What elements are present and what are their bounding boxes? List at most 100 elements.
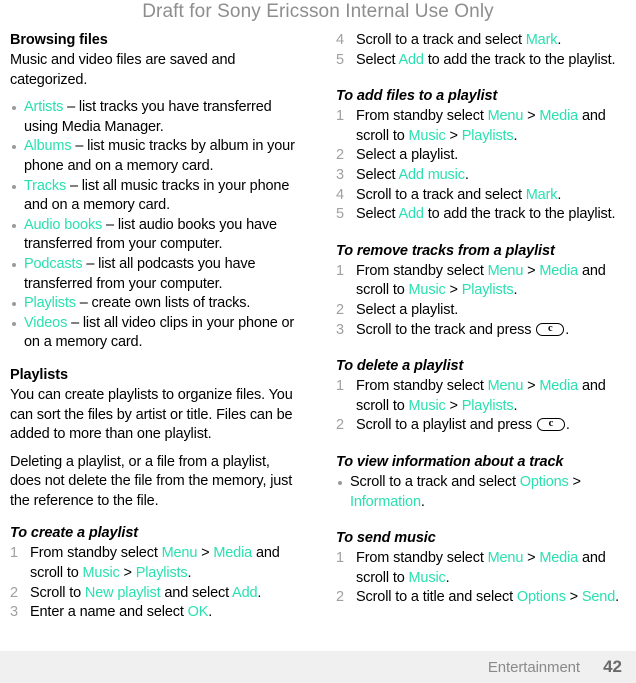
step-number: 2 bbox=[336, 417, 344, 434]
menu-reference: Playlists bbox=[461, 397, 514, 414]
playlists-paragraph-1: You can create playlists to organize fil… bbox=[10, 386, 293, 443]
procedure-step: 1 From standby select Menu > Media and sc… bbox=[336, 108, 606, 144]
menu-reference: Media bbox=[539, 262, 579, 279]
menu-reference: Music bbox=[408, 282, 446, 299]
menu-reference: Music bbox=[82, 565, 120, 582]
menu-reference: Add bbox=[232, 584, 258, 601]
menu-reference: Podcasts bbox=[24, 255, 83, 272]
clear-key-icon: c bbox=[536, 322, 565, 336]
procedure-heading-add-files-to-playlist: To add files to a playlist bbox=[336, 88, 498, 105]
menu-reference: Send bbox=[581, 589, 616, 606]
step-number: 3 bbox=[336, 166, 344, 183]
step-number: 1 bbox=[10, 545, 18, 562]
step-number: 5 bbox=[336, 206, 344, 223]
left-column: Browsing files Music and video files are… bbox=[0, 31, 318, 651]
menu-reference: Add music bbox=[398, 166, 465, 183]
step-number: 2 bbox=[10, 584, 18, 601]
right-column: 4 Scroll to a track and select Mark. 5 Sele… bbox=[318, 31, 636, 651]
menu-reference: Add bbox=[398, 51, 424, 68]
procedure-step: 2 Scroll to a playlist and press c. bbox=[336, 416, 622, 436]
menu-reference: Menu bbox=[487, 262, 524, 279]
menu-reference: OK bbox=[187, 604, 209, 621]
view-track-information-bullet-list: Scroll to a track and select Options > I… bbox=[336, 473, 622, 512]
list-item: Artists – list tracks you have transferr… bbox=[10, 98, 296, 137]
menu-reference: Playlists bbox=[461, 127, 514, 144]
list-item: Podcasts – list all podcasts you have tr… bbox=[10, 255, 296, 294]
remove-tracks-steps: 1 From standby select Menu > Media and sc… bbox=[336, 262, 622, 340]
procedure-step: 3 Enter a name and select OK. bbox=[10, 603, 296, 623]
menu-reference: Menu bbox=[161, 545, 198, 562]
procedure-step: 4 Scroll to a track and select Mark. bbox=[336, 31, 622, 51]
procedure-step: 1 From standby select Menu > Media and sc… bbox=[336, 262, 606, 299]
procedure-step: 2 Scroll to a title and select Options > … bbox=[336, 588, 622, 608]
send-music-steps: 1 From standby select Menu > Media and sc… bbox=[336, 549, 622, 608]
procedure-step: 1 From standby select Menu > Media and sc… bbox=[10, 545, 280, 582]
list-item: Tracks – list all music tracks in your p… bbox=[10, 177, 296, 216]
procedure-step: 4 Scroll to a track and select Mark. bbox=[336, 186, 622, 206]
procedure-step: 3 Scroll to the track and press c. bbox=[336, 321, 622, 341]
menu-reference: Information bbox=[350, 493, 421, 510]
procedure-heading-create-playlist: To create a playlist bbox=[10, 525, 139, 542]
procedure-step: 2 Select a playlist. bbox=[336, 146, 622, 166]
step-number: 1 bbox=[336, 550, 344, 567]
step-number: 1 bbox=[336, 108, 344, 125]
menu-reference: Options bbox=[519, 473, 569, 490]
menu-reference: Tracks bbox=[24, 177, 67, 194]
menu-reference: Playlists bbox=[135, 565, 188, 582]
document-page: Browsing files Music and video files are… bbox=[0, 31, 636, 651]
clear-key-icon: c bbox=[536, 418, 565, 432]
procedure-heading-delete-playlist: To delete a playlist bbox=[336, 358, 464, 375]
step-number: 1 bbox=[336, 378, 344, 395]
menu-reference: Media bbox=[539, 550, 579, 567]
menu-reference: Menu bbox=[487, 108, 524, 125]
menu-reference: Music bbox=[408, 127, 446, 144]
browsing-files-bullet-list: Artists – list tracks you have transferr… bbox=[10, 98, 296, 353]
procedure-heading-remove-tracks-from-playlist: To remove tracks from a playlist bbox=[336, 242, 555, 259]
procedure-step: 1 From standby select Menu > Media and sc… bbox=[336, 550, 606, 586]
menu-reference: Videos bbox=[24, 314, 68, 331]
browsing-files-intro: Music and video files are saved and cate… bbox=[10, 52, 236, 88]
procedure-step: 3 Select Add music. bbox=[336, 166, 622, 186]
footer-page-number: 42 bbox=[603, 657, 622, 676]
procedure-step: 1 From standby select Menu > Media and sc… bbox=[336, 378, 606, 414]
menu-reference: Media bbox=[213, 545, 253, 562]
list-item: Videos – list all video clips in your ph… bbox=[10, 314, 296, 353]
menu-reference: New playlist bbox=[84, 584, 161, 601]
playlists-paragraph-2: Deleting a playlist, or a file from a pl… bbox=[10, 453, 293, 509]
menu-reference: Add bbox=[398, 206, 424, 223]
clear-key-label: c bbox=[547, 322, 553, 334]
menu-reference: Menu bbox=[487, 550, 524, 567]
step-number: 4 bbox=[336, 32, 344, 48]
step-number: 3 bbox=[336, 321, 344, 338]
menu-reference: Mark bbox=[525, 186, 558, 203]
list-item: Audio books – list audio books you have … bbox=[10, 216, 296, 255]
step-number: 1 bbox=[336, 262, 344, 279]
section-heading-browsing-files: Browsing files bbox=[10, 32, 108, 48]
footer-content: Entertainment 42 bbox=[488, 651, 622, 683]
menu-reference: Media bbox=[539, 378, 579, 395]
procedure-step: 5 Select Add to add the track to the play… bbox=[336, 51, 622, 71]
step-number: 2 bbox=[336, 301, 344, 318]
menu-reference: Artists bbox=[24, 99, 64, 116]
menu-reference: Media bbox=[539, 108, 579, 125]
step-number: 2 bbox=[336, 589, 344, 606]
step-number: 3 bbox=[10, 604, 18, 621]
menu-reference: Options bbox=[516, 589, 566, 606]
menu-reference: Menu bbox=[487, 378, 524, 395]
menu-reference: Music bbox=[408, 397, 446, 414]
footer-chapter-name: Entertainment bbox=[487, 658, 580, 676]
create-playlist-steps: 1 From standby select Menu > Media and sc… bbox=[10, 544, 296, 622]
procedure-step: 2 Scroll to New playlist and select Add. bbox=[10, 584, 296, 604]
procedure-heading-view-track-information: To view information about a track bbox=[336, 453, 564, 470]
menu-reference: Music bbox=[408, 569, 446, 586]
list-item: Albums – list music tracks by album in y… bbox=[10, 137, 296, 176]
menu-reference: Mark bbox=[525, 32, 558, 48]
delete-playlist-steps: 1 From standby select Menu > Media and sc… bbox=[336, 377, 622, 436]
procedure-step: 5 Select Add to add the track to the play… bbox=[336, 205, 622, 225]
